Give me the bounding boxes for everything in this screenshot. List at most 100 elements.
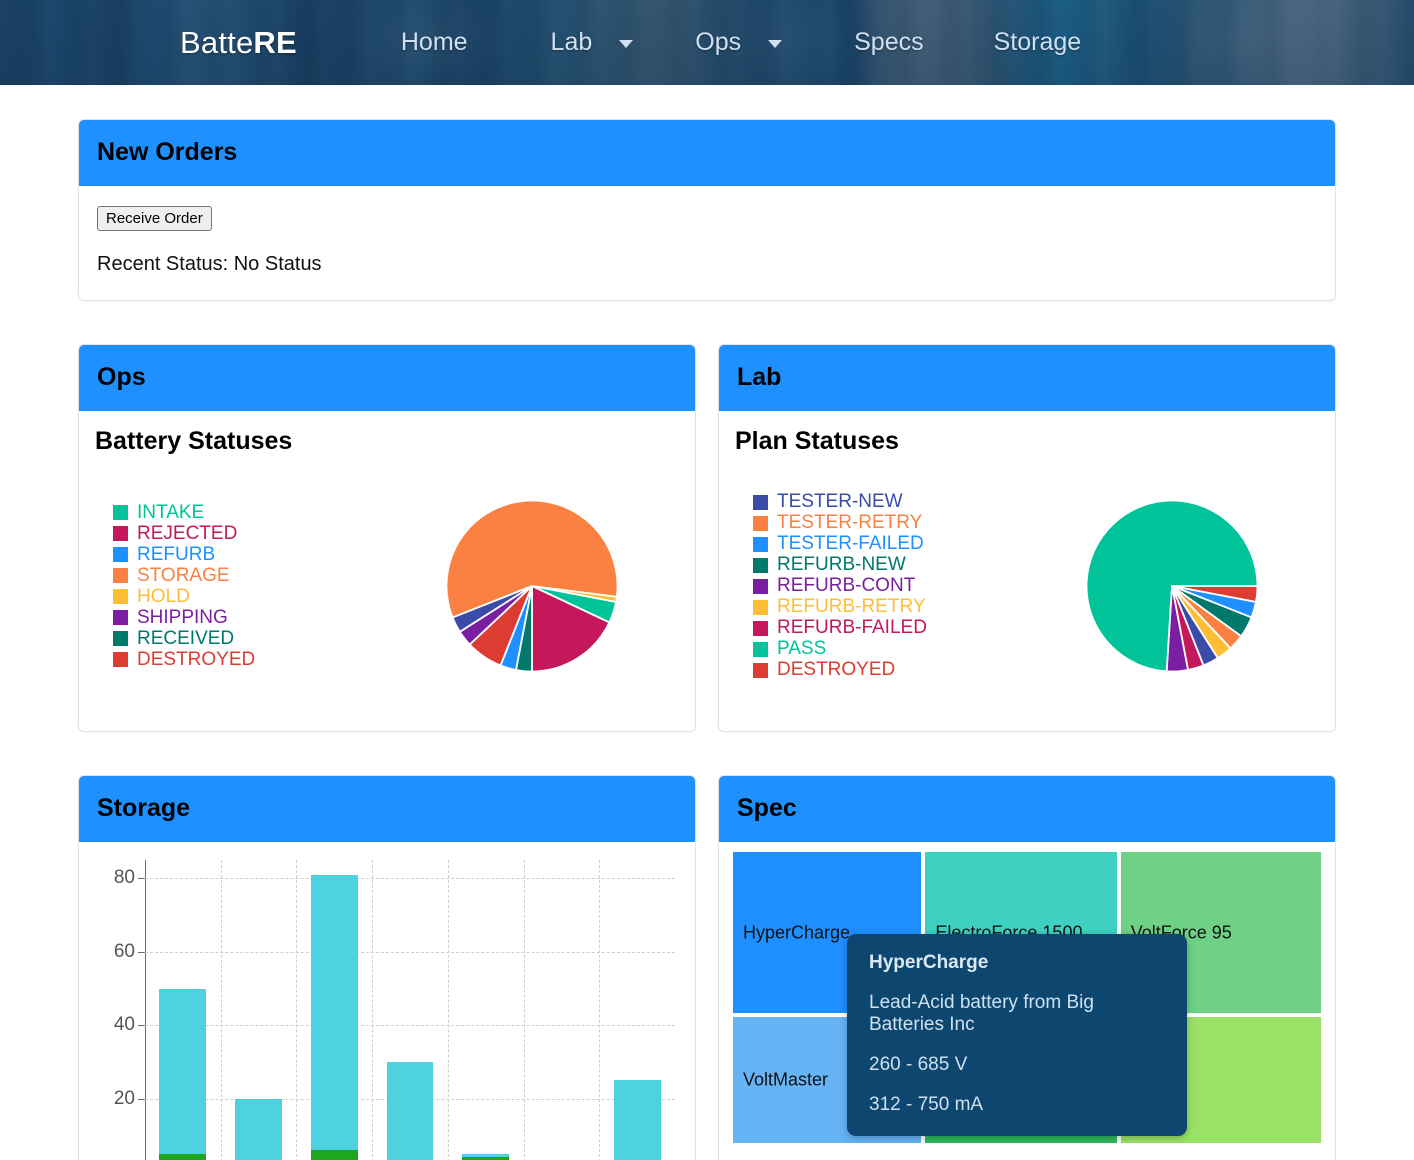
legend-swatch-icon <box>753 557 768 573</box>
bar-segment-in-use[interactable] <box>159 1153 207 1160</box>
bar-column[interactable] <box>386 1061 434 1160</box>
x-gridline <box>372 860 374 1160</box>
lab-card: Lab Plan Statuses TESTER-NEW TESTER-RETRY… <box>718 344 1336 732</box>
nav-item-ops-label: Ops <box>695 28 742 56</box>
legend-item-label: DESTROYED <box>777 659 896 680</box>
bar-column[interactable] <box>159 988 207 1160</box>
legend-item[interactable]: PASS <box>753 638 1025 660</box>
plan-statuses-legend: TESTER-NEW TESTER-RETRY TESTER-FAILED REFUR… <box>735 491 1025 681</box>
brand-logo-bold: RE <box>253 24 297 60</box>
x-gridline <box>296 860 298 1160</box>
legend-swatch-icon <box>753 662 768 678</box>
brand-logo-light: Batte <box>180 24 254 60</box>
ops-card-title: Ops <box>97 363 146 391</box>
x-gridline <box>220 860 222 1160</box>
tooltip-title: HyperCharge <box>869 952 989 973</box>
bar-segment-free[interactable] <box>386 1061 434 1160</box>
page-content: New Orders Receive Order Recent Status: … <box>0 85 1414 1160</box>
legend-item[interactable]: REJECTED <box>113 523 385 544</box>
legend-item-label: REFURB <box>137 543 216 565</box>
battery-statuses-legend: INTAKE REJECTED REFURB STORAGE HOLD SHIPPING R… <box>95 502 385 670</box>
x-gridline <box>447 860 449 1160</box>
legend-item[interactable]: SHIPPING <box>113 607 385 628</box>
legend-item[interactable]: REFURB-RETRY <box>753 596 1025 618</box>
legend-item-label: REFURB-FAILED <box>777 617 927 638</box>
battery-statuses-title: Battery Statuses <box>95 427 293 455</box>
legend-item[interactable]: DESTROYED <box>113 649 385 670</box>
legend-item-label: DESTROYED <box>137 648 256 670</box>
ops-card-header: Ops <box>79 345 695 411</box>
legend-item[interactable]: INTAKE <box>113 502 385 523</box>
nav-item-specs-label: Specs <box>854 28 924 56</box>
bar-column[interactable] <box>613 1080 661 1160</box>
legend-item-label: REFURB-RETRY <box>777 596 926 617</box>
y-gridline <box>145 951 675 953</box>
legend-item-label: PASS <box>777 638 827 659</box>
nav-item-specs[interactable]: Specs <box>854 28 923 57</box>
spec-card-header: Spec <box>719 776 1335 842</box>
recent-status-text: Recent Status: No Status <box>97 253 322 275</box>
treemap-cell-label: HyperCharge <box>743 922 851 943</box>
legend-item[interactable]: HOLD <box>113 586 385 607</box>
legend-item[interactable]: TESTER-NEW <box>753 491 1025 513</box>
storage-bar-plot[interactable]: 20 40 60 80 <box>114 852 675 1160</box>
plan-statuses-chart: Plan Statuses TESTER-NEW TESTER-RETRY TEST… <box>719 411 1335 731</box>
bar-column[interactable] <box>310 874 358 1160</box>
legend-item-label: STORAGE <box>137 564 230 586</box>
legend-item-label: INTAKE <box>137 501 205 523</box>
y-axis-line <box>145 860 146 1160</box>
y-axis-tick-label: 60 <box>93 941 145 963</box>
bar-segment-free[interactable] <box>310 874 358 1150</box>
nav-item-home-label: Home <box>400 28 468 56</box>
new-orders-card: New Orders Receive Order Recent Status: … <box>78 119 1336 301</box>
legend-item-label: TESTER-NEW <box>777 491 903 512</box>
plan-statuses-pie-wrap <box>1025 496 1319 676</box>
legend-item-label: REFURB-CONT <box>777 575 916 596</box>
legend-swatch-icon <box>113 547 128 562</box>
brand-logo[interactable]: BatteRE <box>180 25 297 61</box>
bar-column[interactable] <box>235 1098 283 1160</box>
plan-statuses-pie[interactable] <box>1082 496 1262 676</box>
legend-item[interactable]: REFURB-FAILED <box>753 617 1025 639</box>
bar-segment-free[interactable] <box>235 1098 283 1160</box>
tooltip-current: 312 - 750 mA <box>869 1094 984 1115</box>
spec-card-title: Spec <box>737 794 797 822</box>
legend-item[interactable]: TESTER-FAILED <box>753 533 1025 555</box>
spec-tooltip: HyperCharge Lead-Acid battery from Big B… <box>847 934 1187 1136</box>
battery-statuses-pie[interactable] <box>442 496 622 676</box>
lab-card-title: Lab <box>737 363 782 391</box>
navbar-links: Home Lab Ops Specs Storage <box>297 28 1081 57</box>
nav-item-lab[interactable]: Lab <box>551 28 634 57</box>
bar-segment-in-use[interactable] <box>310 1149 358 1160</box>
legend-swatch-icon <box>113 526 128 541</box>
legend-item[interactable]: REFURB-CONT <box>753 575 1025 597</box>
legend-swatch-icon <box>113 505 128 520</box>
nav-item-lab-label: Lab <box>550 28 593 56</box>
legend-item-label: TESTER-FAILED <box>777 533 924 554</box>
legend-item[interactable]: REFURB <box>113 544 385 565</box>
battery-statuses-chart: Battery Statuses INTAKE REJECTED REFURB STO… <box>79 411 695 731</box>
x-gridline <box>599 860 601 1160</box>
legend-item[interactable]: REFURB-NEW <box>753 554 1025 576</box>
legend-item-label: HOLD <box>137 585 190 607</box>
legend-item[interactable]: STORAGE <box>113 565 385 586</box>
legend-item-label: REFURB-NEW <box>777 554 906 575</box>
bar-segment-free[interactable] <box>613 1080 661 1160</box>
legend-item[interactable]: RECEIVED <box>113 628 385 649</box>
receive-order-button[interactable]: Receive Order <box>97 206 212 231</box>
legend-item[interactable]: TESTER-RETRY <box>753 512 1025 534</box>
ops-lab-row: Ops Battery Statuses INTAKE REJECTED REFUR… <box>78 344 1336 775</box>
legend-item[interactable]: DESTROYED <box>753 659 1025 681</box>
legend-swatch-icon <box>753 494 768 510</box>
bar-segment-free[interactable] <box>159 988 207 1154</box>
y-axis-tick-label: 40 <box>93 1014 145 1036</box>
legend-swatch-icon <box>113 631 128 646</box>
nav-item-home[interactable]: Home <box>401 28 468 57</box>
x-gridline <box>523 860 525 1160</box>
nav-item-storage[interactable]: Storage <box>994 28 1082 57</box>
chevron-down-icon <box>619 40 634 48</box>
spec-card: Spec HyperCharge ElectroForce 1500 VoltFor… <box>718 775 1336 1160</box>
bar-column[interactable] <box>462 1153 510 1160</box>
nav-item-ops[interactable]: Ops <box>695 28 783 57</box>
battery-statuses-pie-wrap <box>385 496 679 676</box>
